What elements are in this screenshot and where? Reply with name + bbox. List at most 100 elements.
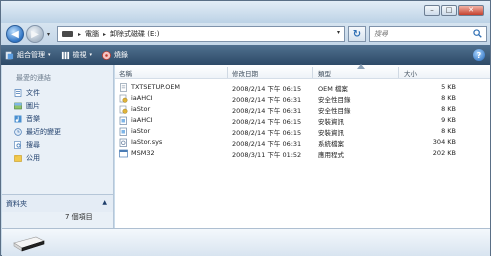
nav-item-recent-changes[interactable]: 最近的變更 <box>14 126 61 138</box>
public-folder-icon <box>14 155 22 162</box>
setup-info-icon <box>119 127 127 136</box>
drive-icon <box>62 31 73 37</box>
file-row[interactable]: IaStor.sys 2008/2/14 下午 06:31 系統檔案 304 KB <box>115 137 490 148</box>
burn-label: 燒錄 <box>114 51 129 59</box>
file-size: 9 KB <box>441 116 456 124</box>
column-divider[interactable] <box>227 67 228 78</box>
search-input[interactable] <box>374 30 469 38</box>
file-row[interactable]: iaStor 2008/2/14 下午 06:15 安裝資訊 8 KB <box>115 126 490 137</box>
nav-item-pictures[interactable]: 圖片 <box>14 100 40 112</box>
file-size: 8 KB <box>441 94 456 102</box>
file-date-modified: 2008/2/14 下午 06:31 <box>232 140 302 148</box>
breadcrumb-computer[interactable]: 電腦 <box>85 29 99 39</box>
file-size: 202 KB <box>432 149 456 157</box>
sort-arrow-icon <box>357 64 365 69</box>
file-size: 5 KB <box>441 83 456 91</box>
file-type: 安裝資訊 <box>318 118 344 126</box>
back-button[interactable]: ◀ <box>6 25 24 43</box>
searches-icon <box>14 141 21 149</box>
title-bar: – □ ✕ <box>1 1 490 23</box>
address-bar[interactable]: ▸ 電腦 ▸ 卸除式磁碟 (E:) ▾ <box>57 26 345 42</box>
chevron-up-icon: ▲ <box>102 199 107 206</box>
command-bar: 組合管理 ▾ 檢視 ▾ 燒錄 ? <box>1 45 490 65</box>
file-date-modified: 2008/2/14 下午 06:31 <box>232 96 302 104</box>
column-header-type[interactable]: 類型 <box>318 68 331 78</box>
file-date-modified: 2008/2/14 下午 06:31 <box>232 107 302 115</box>
security-catalog-icon <box>119 105 128 114</box>
nav-item-label: 公用 <box>26 154 40 162</box>
close-button[interactable]: ✕ <box>458 5 484 16</box>
file-size: 304 KB <box>432 138 456 146</box>
file-row[interactable]: iaAHCI 2008/2/14 下午 06:31 安全性目錄 8 KB <box>115 93 490 104</box>
file-type: 系統檔案 <box>318 140 344 148</box>
views-menu[interactable]: 檢視 ▾ <box>61 50 93 60</box>
organize-menu[interactable]: 組合管理 ▾ <box>5 50 51 60</box>
removable-drive-icon <box>13 236 45 252</box>
views-icon <box>61 51 69 59</box>
column-header-size[interactable]: 大小 <box>404 68 417 78</box>
nav-item-label: 音樂 <box>26 115 40 123</box>
file-type: 應用程式 <box>318 151 344 159</box>
file-row[interactable]: iaAHCI 2008/2/14 下午 06:15 安裝資訊 9 KB <box>115 115 490 126</box>
column-header-date-modified[interactable]: 修改日期 <box>232 68 258 78</box>
item-count: 7 個項目 <box>65 213 93 221</box>
burn-button[interactable]: 燒錄 <box>102 50 128 60</box>
organize-label: 組合管理 <box>17 51 45 59</box>
refresh-button[interactable]: ↻ <box>348 26 366 42</box>
nav-item-searches[interactable]: 搜尋 <box>14 139 40 151</box>
help-icon[interactable]: ? <box>473 49 485 61</box>
file-row[interactable]: TXTSETUP.OEM 2008/2/14 下午 06:15 OEM 檔案 5 KB <box>115 82 490 93</box>
file-list: 名稱 修改日期 類型 大小 TXTSETUP.OEM 2008/2/14 下午 0… <box>115 64 490 228</box>
file-name: iaAHCI <box>131 94 153 102</box>
search-box[interactable] <box>369 26 487 42</box>
file-type: 安全性目錄 <box>318 107 351 115</box>
column-header-name[interactable]: 名稱 <box>119 68 132 78</box>
folders-toggle[interactable]: 資料夾 ▲ <box>2 194 113 212</box>
search-icon[interactable] <box>473 29 482 38</box>
file-name: iaAHCI <box>131 116 153 124</box>
file-name: iaStor <box>131 127 151 135</box>
forward-button[interactable]: ▶ <box>26 25 44 43</box>
views-label: 檢視 <box>72 51 87 59</box>
caption-buttons: – □ ✕ <box>424 5 484 16</box>
file-date-modified: 2008/2/14 下午 06:15 <box>232 129 302 137</box>
file-size: 8 KB <box>441 127 456 135</box>
breadcrumb-separator[interactable]: ▸ <box>78 31 81 38</box>
file-row[interactable]: MSM32 2008/3/11 下午 01:52 應用程式 202 KB <box>115 148 490 159</box>
application-icon <box>119 149 128 158</box>
nav-item-label: 文件 <box>26 89 40 97</box>
breadcrumb-removable-disk[interactable]: 卸除式磁碟 (E:) <box>110 29 159 39</box>
file-date-modified: 2008/2/14 下午 06:15 <box>232 118 302 126</box>
folders-label: 資料夾 <box>6 199 27 208</box>
recent-changes-icon <box>14 128 22 136</box>
nav-item-label: 搜尋 <box>26 141 40 149</box>
nav-item-music[interactable]: 音樂 <box>14 113 40 125</box>
nav-item-label: 最近的變更 <box>26 128 61 136</box>
address-dropdown[interactable]: ▾ <box>337 29 340 36</box>
column-divider[interactable] <box>312 67 313 78</box>
file-name: IaStor.sys <box>131 138 163 146</box>
column-divider[interactable] <box>398 67 399 78</box>
security-catalog-icon <box>119 94 128 103</box>
file-name: iaStor <box>131 105 151 113</box>
address-row: ◀ ▶ ▾ ▸ 電腦 ▸ 卸除式磁碟 (E:) ▾ ↻ <box>1 23 490 45</box>
column-header-row: 名稱 修改日期 類型 大小 <box>115 64 490 79</box>
chevron-down-icon: ▾ <box>89 52 93 58</box>
breadcrumb-separator[interactable]: ▸ <box>103 31 106 38</box>
file-type: OEM 檔案 <box>318 85 348 93</box>
maximize-button[interactable]: □ <box>441 5 457 16</box>
minimize-button[interactable]: – <box>424 5 440 16</box>
nav-item-documents[interactable]: 文件 <box>14 87 40 99</box>
file-date-modified: 2008/2/14 下午 06:15 <box>232 85 302 93</box>
file-date-modified: 2008/3/11 下午 01:52 <box>232 151 302 159</box>
chevron-down-icon: ▾ <box>48 52 51 58</box>
music-icon <box>14 115 22 123</box>
documents-icon <box>14 89 22 97</box>
file-row[interactable]: iaStor 2008/2/14 下午 06:31 安全性目錄 8 KB <box>115 104 490 115</box>
favorite-links-title: 最愛的連結 <box>16 74 51 82</box>
file-name: TXTSETUP.OEM <box>131 83 181 91</box>
recent-pages-dropdown[interactable]: ▾ <box>47 31 50 38</box>
setup-info-icon <box>119 116 127 125</box>
nav-item-public[interactable]: 公用 <box>14 152 40 164</box>
file-name: MSM32 <box>131 149 155 157</box>
